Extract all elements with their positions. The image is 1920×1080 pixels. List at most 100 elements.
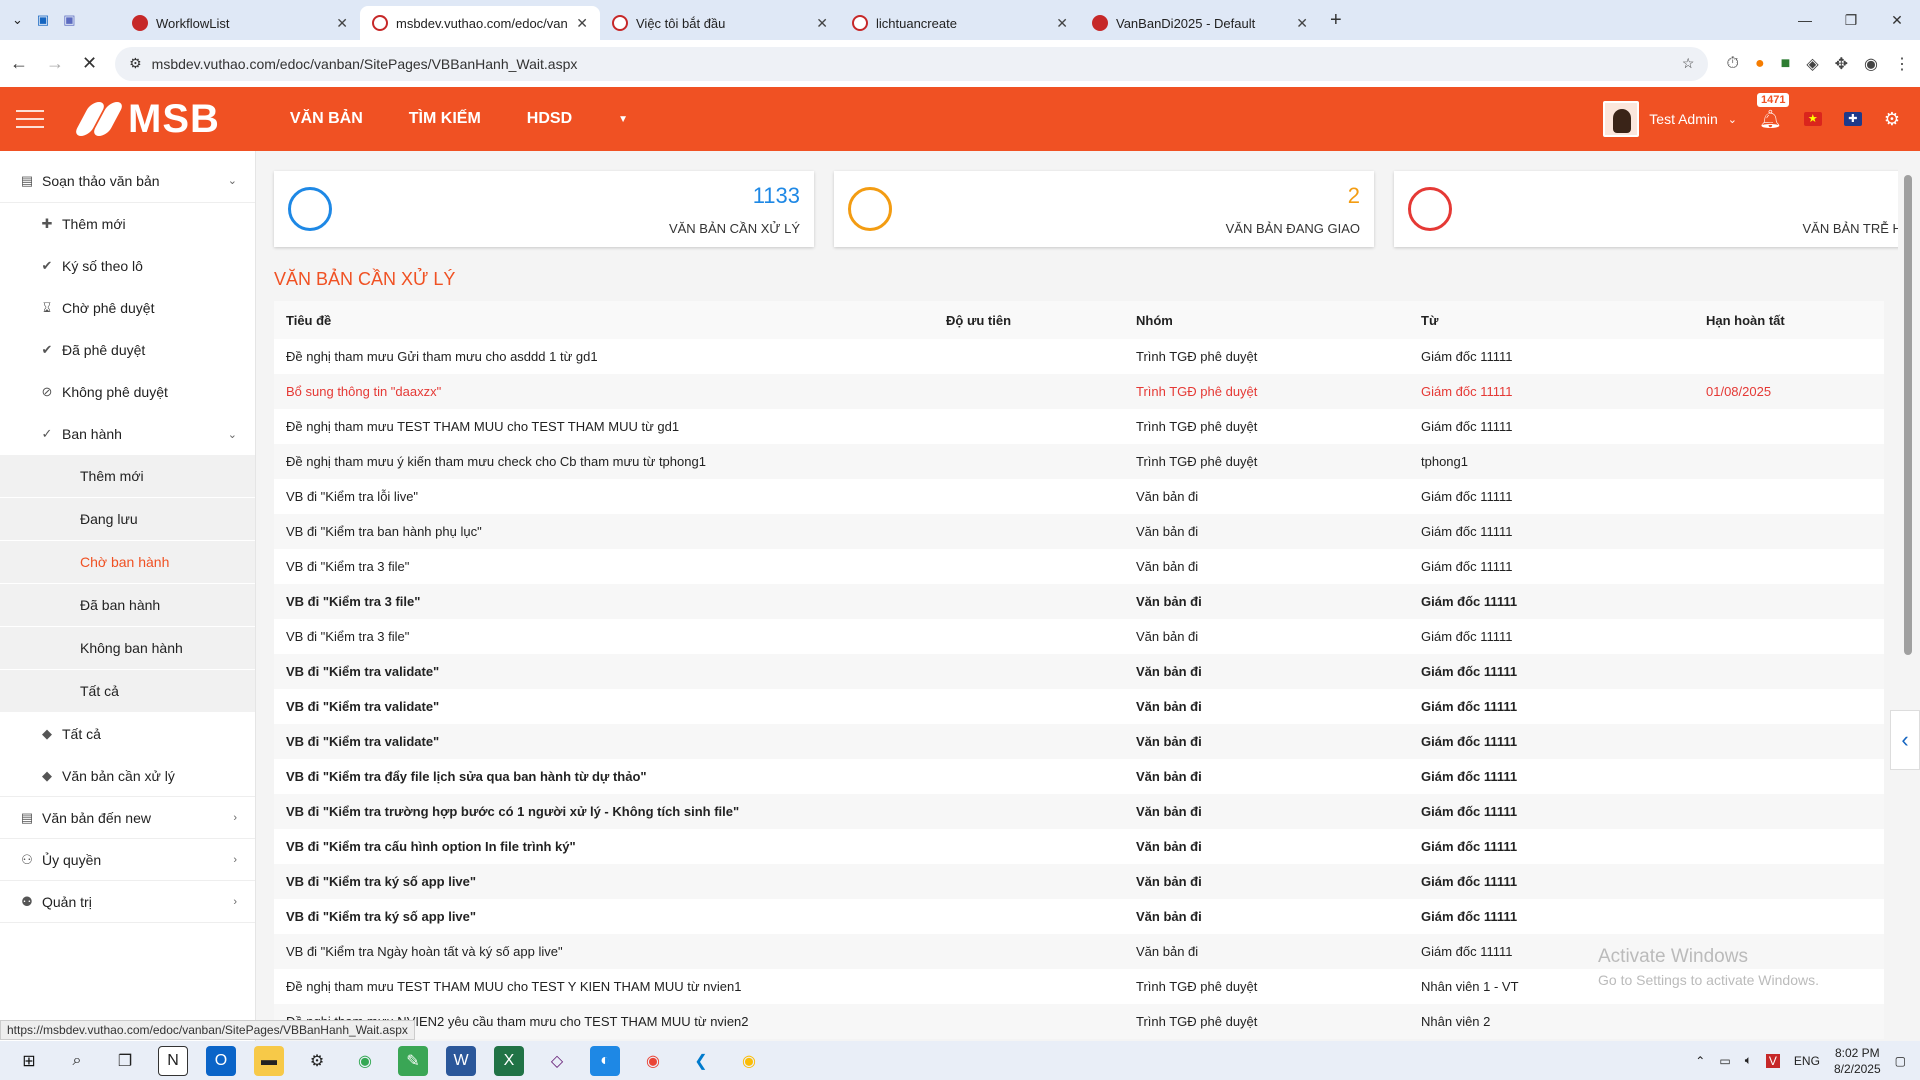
cell-title[interactable]: VB đi "Kiểm tra Ngày hoàn tất và ký số a… [274, 934, 934, 969]
col-han-hoan-tat[interactable]: Hạn hoàn tất [1694, 301, 1884, 339]
tab-list-icon[interactable]: ⌄ [12, 12, 23, 28]
chrome-icon[interactable]: ◉ [350, 1046, 380, 1076]
sidebar-item-van-ban-can-xu-ly[interactable]: ◆ Văn bản cần xử lý [0, 755, 255, 797]
hamburger-menu-icon[interactable] [16, 110, 44, 128]
notion-icon[interactable]: N [158, 1045, 188, 1076]
site-info-icon[interactable]: ⚙ [129, 55, 142, 72]
cell-title[interactable]: VB đi "Kiểm tra 3 file" [274, 549, 934, 584]
menu-hdsd[interactable]: HDSD [527, 110, 572, 128]
cell-title[interactable]: Đề nghị tham mưu Gửi tham mưu cho asddd … [274, 339, 934, 374]
msb-logo[interactable]: MSB [72, 97, 220, 142]
col-do-uu-tien[interactable]: Độ ưu tiên [934, 301, 1124, 339]
extensions-puzzle-icon[interactable]: ✥ [1835, 54, 1848, 74]
excel-icon[interactable]: X [494, 1045, 524, 1076]
tab-close-icon[interactable]: ✕ [1296, 15, 1308, 32]
menu-van-ban[interactable]: VĂN BẢN [290, 110, 363, 128]
cell-title[interactable]: Bổ sung thông tin "daaxzx" [274, 374, 934, 409]
chrome-profile-icon[interactable]: ◉ [638, 1046, 668, 1076]
extension-green-icon[interactable]: ■ [1781, 55, 1791, 73]
vietnam-flag-icon[interactable]: ★ [1803, 112, 1822, 126]
cell-title[interactable]: VB đi "Kiểm tra đẩy file lịch sửa qua ba… [274, 759, 934, 794]
tab-close-icon[interactable]: ✕ [576, 15, 588, 32]
table-row[interactable]: VB đi "Kiểm tra lỗi live" Văn bản đi Giám … [274, 479, 1884, 514]
cell-title[interactable]: Đề nghị tham mưu TEST THAM MUU cho TEST … [274, 409, 934, 444]
sidebar-subitem-them-moi[interactable]: Thêm mới [0, 455, 255, 498]
sidebar-subitem-khong-ban-hanh[interactable]: Không ban hành [0, 627, 255, 670]
cell-title[interactable]: VB đi "Kiểm tra ký số app live" [274, 899, 934, 934]
page-scrollbar[interactable] [1898, 151, 1920, 1041]
language-indicator[interactable]: ENG [1794, 1054, 1820, 1068]
chrome-alt-icon[interactable]: ◉ [734, 1046, 764, 1076]
visual-studio-icon[interactable]: ◇ [542, 1046, 572, 1076]
sidebar-group-uy-quyen[interactable]: ⚇ Ủy quyền › [0, 839, 255, 881]
sidebar-item-da-phe-duyet[interactable]: ✔ Đã phê duyệt [0, 329, 255, 371]
scrollbar-thumb[interactable] [1904, 175, 1912, 655]
sidebar-group-quan-tri[interactable]: ⚉ Quản trị › [0, 881, 255, 923]
volume-icon[interactable]: 🔈︎ [1745, 1053, 1752, 1068]
collapse-panel-icon[interactable]: ‹ [1890, 710, 1920, 770]
new-tab-button[interactable]: + [1320, 9, 1352, 40]
user-menu[interactable]: Test Admin ⌄ [1603, 101, 1737, 137]
cell-title[interactable]: VB đi "Kiểm tra ký số app live" [274, 864, 934, 899]
settings-gear-icon[interactable]: ⚙ [1884, 109, 1900, 130]
sidebar-group-van-ban-den[interactable]: ▤ Văn bản đến new › [0, 797, 255, 839]
browser-menu-icon[interactable]: ⋮ [1894, 54, 1910, 74]
url-field[interactable]: ⚙ msbdev.vuthao.com/edoc/vanban/SitePage… [115, 46, 1709, 81]
outlook-icon[interactable]: O [206, 1045, 236, 1076]
stop-loading-icon[interactable]: ✕ [82, 53, 97, 74]
menu-dropdown-icon[interactable]: ▼ [618, 114, 628, 125]
app-icon-1[interactable]: ▣ [37, 12, 49, 28]
cell-title[interactable]: VB đi "Kiểm tra 3 file" [274, 619, 934, 654]
notification-bell[interactable]: 🔔︎ 1471 [1757, 92, 1790, 130]
table-row[interactable]: VB đi "Kiểm tra 3 file" Văn bản đi Giám đố… [274, 584, 1884, 619]
col-nhom[interactable]: Nhóm [1124, 301, 1409, 339]
cell-title[interactable]: VB đi "Kiểm tra ban hành phụ lục" [274, 514, 934, 549]
table-row[interactable]: Đề nghị tham mưu NVIEN2 yêu cầu tham mưu… [274, 1004, 1884, 1039]
col-tu[interactable]: Từ [1409, 301, 1694, 339]
search-icon[interactable]: ⌕ [62, 1046, 92, 1076]
cell-title[interactable]: VB đi "Kiểm tra validate" [274, 654, 934, 689]
table-row[interactable]: Đề nghị tham mưu Gửi tham mưu cho asddd … [274, 339, 1884, 374]
table-row[interactable]: VB đi "Kiểm tra 3 file" Văn bản đi Giám đố… [274, 619, 1884, 654]
extension-orange-icon[interactable]: ● [1755, 55, 1765, 73]
profile-icon[interactable]: ◉ [1864, 54, 1878, 74]
cell-title[interactable]: Đề nghị tham mưu ý kiến tham mưu check c… [274, 444, 934, 479]
cell-title[interactable]: VB đi "Kiểm tra validate" [274, 724, 934, 759]
col-tieu-de[interactable]: Tiêu đề [274, 301, 934, 339]
network-icon[interactable]: ▭ [1719, 1054, 1730, 1068]
restore-icon[interactable]: ❐ [1828, 0, 1874, 40]
tab-close-icon[interactable]: ✕ [336, 15, 348, 32]
table-row[interactable]: VB đi "Kiểm tra ban hành phụ lục" Văn bản… [274, 514, 1884, 549]
table-row[interactable]: VB đi "Kiểm tra ký số app live" Văn bản đ… [274, 864, 1884, 899]
sidebar-subitem-da-ban-hanh[interactable]: Đã ban hành [0, 584, 255, 627]
menu-tim-kiem[interactable]: TÌM KIẾM [409, 110, 481, 128]
cell-title[interactable]: VB đi "Kiểm tra trường hợp bước có 1 ngư… [274, 794, 934, 829]
minimize-icon[interactable]: — [1782, 0, 1828, 40]
table-row[interactable]: VB đi "Kiểm tra 3 file" Văn bản đi Giám đố… [274, 549, 1884, 584]
sidebar-item-them-moi[interactable]: ✚ Thêm mới [0, 203, 255, 245]
extension-shield-icon[interactable]: ◈ [1806, 54, 1818, 74]
table-row[interactable]: VB đi "Kiểm tra validate" Văn bản đi Giám … [274, 654, 1884, 689]
table-row[interactable]: VB đi "Kiểm tra validate" Văn bản đi Giám … [274, 724, 1884, 759]
uk-flag-icon[interactable]: ✚ [1843, 112, 1862, 126]
browser-tab-2[interactable]: Việc tôi bắt đầu ✕ [600, 6, 840, 40]
vietkey-icon[interactable]: V [1765, 1053, 1780, 1068]
timer-icon[interactable]: ⏱ [1726, 55, 1738, 73]
cell-title[interactable]: Đề nghị tham mưu TEST THAM MUU cho TEST … [274, 969, 934, 1004]
sidebar-item-tat-ca[interactable]: ◆ Tất cả [0, 713, 255, 755]
bookmark-star-icon[interactable]: ☆ [1682, 55, 1695, 72]
browser-tab-0[interactable]: WorkflowList ✕ [120, 6, 360, 40]
table-row[interactable]: VB đi "Kiểm tra validate" Văn bản đi Giám … [274, 689, 1884, 724]
card-tre-han[interactable]: 9 VĂN BẢN TRỄ HẠN [1394, 171, 1920, 247]
sidebar-item-ban-hanh[interactable]: ✓ Ban hành ⌄ [0, 413, 255, 455]
task-view-icon[interactable]: ❐ [110, 1046, 140, 1076]
word-icon[interactable]: W [446, 1045, 476, 1076]
cell-title[interactable]: VB đi "Kiểm tra cấu hình option In file … [274, 829, 934, 864]
notification-center-icon[interactable]: ▢ [1895, 1054, 1906, 1068]
sidebar-item-khong-phe-duyet[interactable]: ⊘ Không phê duyệt [0, 371, 255, 413]
file-explorer-icon[interactable]: ▬ [254, 1045, 284, 1076]
table-row[interactable]: Bổ sung thông tin "daaxzx" Trình TGĐ phê … [274, 374, 1884, 409]
cell-title[interactable]: VB đi "Kiểm tra validate" [274, 689, 934, 724]
cell-title[interactable]: VB đi "Kiểm tra 3 file" [274, 584, 934, 619]
close-window-icon[interactable]: ✕ [1874, 0, 1920, 40]
